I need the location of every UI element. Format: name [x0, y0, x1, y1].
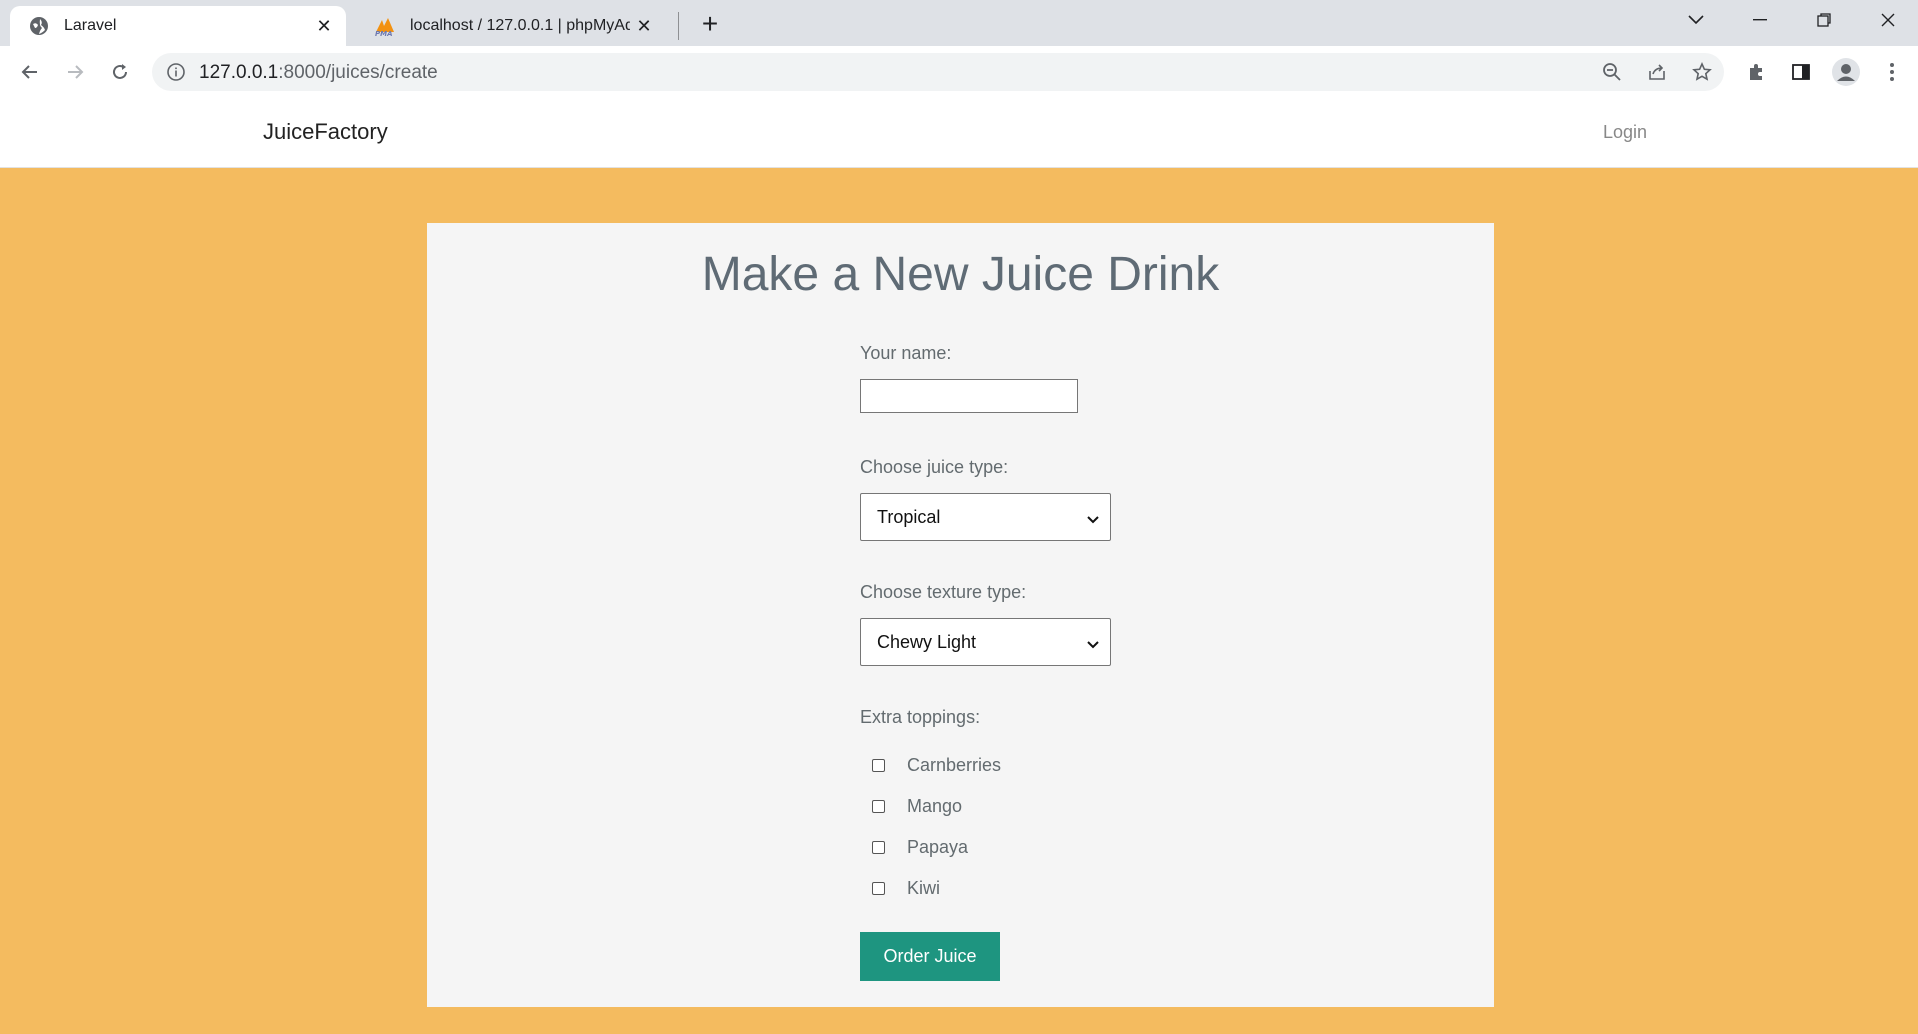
tab-title: Laravel — [64, 17, 117, 34]
browser-toolbar: 127.0.0.1:8000/juices/create — [0, 46, 1918, 99]
topping-checkbox[interactable] — [872, 758, 885, 772]
forward-icon[interactable] — [59, 56, 91, 88]
topping-label: Mango — [907, 795, 963, 816]
zoom-icon[interactable] — [1596, 56, 1628, 88]
tab-search-chevron-icon[interactable] — [1666, 0, 1726, 40]
close-window-icon[interactable] — [1858, 0, 1918, 40]
chevron-down-icon — [1086, 635, 1100, 649]
juice-type-select[interactable]: Tropical — [860, 493, 1111, 541]
form-card: Make a New Juice Drink — [427, 223, 1494, 1007]
topping-checkbox[interactable] — [872, 840, 885, 854]
url-path: :8000/juices/create — [278, 62, 438, 83]
url-text: 127.0.0.1:8000/juices/create — [199, 62, 438, 84]
close-icon[interactable]: ✕ — [310, 16, 338, 37]
texture-type-label: Choose texture type: — [860, 582, 1027, 602]
url-host: 127.0.0.1 — [199, 62, 279, 83]
topping-checkbox[interactable] — [872, 799, 885, 813]
chevron-down-icon — [1086, 510, 1100, 524]
tab-title: localhost / 127.0.0.1 | phpMyAdmin — [410, 17, 630, 34]
bookmark-star-icon[interactable] — [1686, 56, 1718, 88]
back-icon[interactable] — [14, 56, 46, 88]
topping-label: Papaya — [907, 836, 969, 857]
order-juice-button[interactable]: Order Juice — [860, 932, 1000, 981]
juice-type-selected: Tropical — [877, 506, 941, 527]
side-panel-icon[interactable] — [1785, 56, 1817, 88]
extensions-icon[interactable] — [1740, 56, 1772, 88]
login-link[interactable]: Login — [1603, 122, 1647, 143]
site-navbar: JuiceFactory Login — [0, 98, 1918, 168]
topping-option[interactable]: Papaya — [872, 835, 968, 859]
minimize-icon[interactable] — [1730, 0, 1790, 40]
name-input[interactable] — [860, 379, 1078, 413]
texture-type-selected: Chewy Light — [877, 631, 977, 652]
close-icon[interactable]: ✕ — [630, 16, 658, 37]
menu-kebab-icon[interactable] — [1876, 56, 1908, 88]
brand-link[interactable]: JuiceFactory — [263, 119, 388, 145]
texture-type-select[interactable]: Chewy Light — [860, 618, 1111, 666]
restore-icon[interactable] — [1794, 0, 1854, 40]
tab-separator — [678, 12, 679, 40]
topping-checkbox[interactable] — [872, 881, 885, 895]
topping-option[interactable]: Mango — [872, 794, 962, 818]
name-label: Your name: — [860, 343, 952, 363]
topping-label: Carnberries — [907, 754, 1002, 775]
tab-laravel[interactable]: Laravel ✕ — [10, 6, 346, 46]
profile-avatar-icon[interactable] — [1830, 56, 1862, 88]
toppings-label: Extra toppings: — [860, 707, 981, 727]
page-title: Make a New Juice Drink — [701, 248, 1220, 301]
site-info-icon[interactable] — [166, 62, 186, 82]
svg-text:PMA: PMA — [375, 30, 393, 36]
topping-label: Kiwi — [907, 877, 941, 898]
juice-type-label: Choose juice type: — [860, 457, 1009, 477]
topping-option[interactable]: Carnberries — [872, 753, 1001, 777]
browser-tab-strip: Laravel ✕ PMA localhost / 127.0.0.1 | ph… — [0, 0, 1918, 46]
share-icon[interactable] — [1641, 56, 1673, 88]
globe-icon — [28, 15, 50, 37]
topping-option[interactable]: Kiwi — [872, 876, 940, 900]
new-tab-button[interactable]: + — [694, 8, 726, 40]
address-bar[interactable]: 127.0.0.1:8000/juices/create — [152, 53, 1724, 91]
reload-icon[interactable] — [104, 56, 136, 88]
phpmyadmin-icon: PMA — [374, 15, 396, 37]
tab-phpmyadmin[interactable]: PMA localhost / 127.0.0.1 | phpMyAdmin ✕ — [356, 6, 666, 46]
